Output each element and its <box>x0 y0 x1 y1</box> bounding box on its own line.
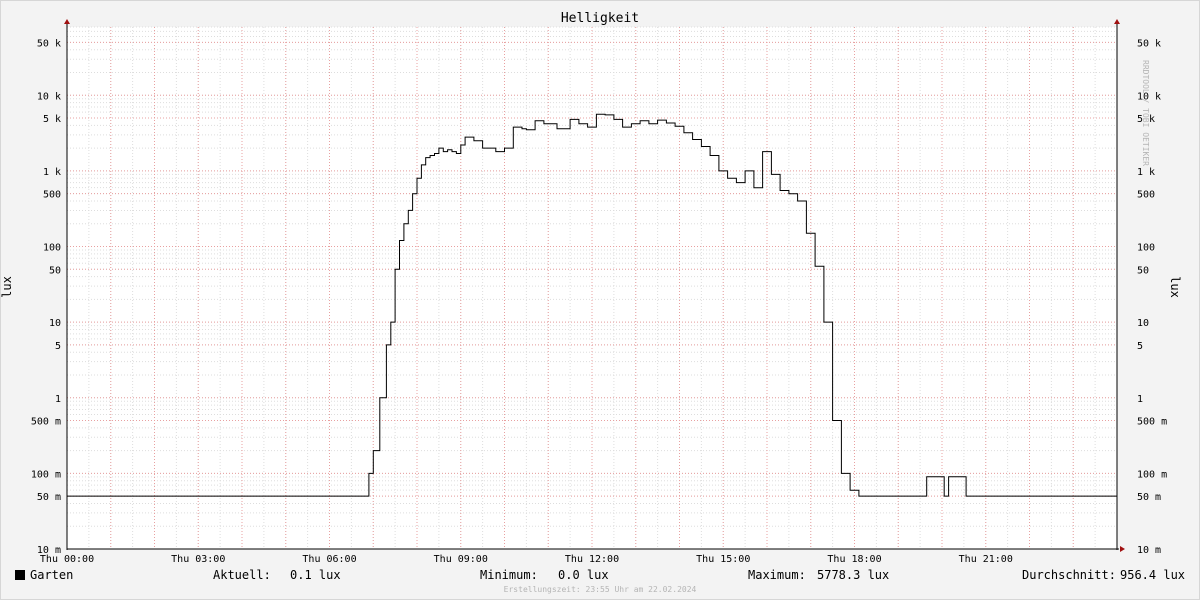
legend-series-name: Garten <box>30 568 74 582</box>
x-tick-label: Thu 12:00 <box>565 554 619 565</box>
y-tick-label-right: 5 k <box>1137 114 1155 125</box>
x-tick-label: Thu 00:00 <box>40 554 94 565</box>
legend-current-value: 0.1 lux <box>290 568 341 582</box>
y-tick-label-right: 10 k <box>1137 91 1161 102</box>
x-tick-label: Thu 18:00 <box>827 554 881 565</box>
plot-area: 10 m 10 m50 m 50 m100 m 100 m500 m 500 m1 15 5… <box>31 19 1167 565</box>
y-tick-label-right: 5 <box>1137 341 1143 352</box>
legend-current-label: Aktuell: <box>213 568 271 582</box>
legend-swatch <box>15 570 25 580</box>
legend-max-value: 5778.3 lux <box>817 568 890 582</box>
creation-time-footer: Erstellungszeit: 23:55 Uhr am 22.02.2024 <box>503 585 697 594</box>
legend-max-label: Maximum: <box>748 568 806 582</box>
y-axis-arrow-left <box>64 19 70 24</box>
x-tick-label: Thu 15:00 <box>696 554 750 565</box>
y-tick-label-left: 50 m <box>37 492 61 503</box>
legend-avg-value: 956.4 lux <box>1120 568 1186 582</box>
legend-min-label: Minimum: <box>480 568 538 582</box>
y-tick-label-right: 500 <box>1137 190 1155 201</box>
y-tick-label-right: 100 <box>1137 243 1155 254</box>
x-tick-label: Thu 09:00 <box>434 554 488 565</box>
y-tick-label-right: 500 m <box>1137 417 1167 428</box>
y-tick-label-left: 1 <box>55 394 61 405</box>
y-axis-arrow-right <box>1114 19 1120 24</box>
x-tick-label: Thu 21:00 <box>959 554 1013 565</box>
y-tick-label-left: 100 <box>43 243 61 254</box>
y-tick-label-left: 500 <box>43 190 61 201</box>
y-tick-label-left: 5 <box>55 341 61 352</box>
y-tick-label-right: 100 m <box>1137 469 1167 480</box>
y-tick-label-right: 50 k <box>1137 38 1161 49</box>
y-tick-label-right: 50 m <box>1137 492 1161 503</box>
x-axis-arrow <box>1120 546 1125 552</box>
x-tick-label: Thu 06:00 <box>302 554 356 565</box>
y-tick-label-right: 50 <box>1137 265 1149 276</box>
x-tick-label: Thu 03:00 <box>171 554 225 565</box>
y-tick-label-left: 1 k <box>43 167 61 178</box>
y-tick-label-left: 500 m <box>31 417 61 428</box>
y-tick-label-right: 1 <box>1137 394 1143 405</box>
y-tick-label-left: 50 k <box>37 38 61 49</box>
legend-min-value: 0.0 lux <box>558 568 609 582</box>
y-tick-label-left: 10 <box>49 318 61 329</box>
y-tick-label-left: 5 k <box>43 114 61 125</box>
y-tick-label-right: 10 <box>1137 318 1149 329</box>
y-tick-label-right: 1 k <box>1137 167 1155 178</box>
y-tick-label-left: 50 <box>49 265 61 276</box>
y-tick-label-right: 10 m <box>1137 545 1161 556</box>
y-tick-label-left: 100 m <box>31 469 61 480</box>
legend-avg-label: Durchschnitt: <box>1022 568 1116 582</box>
y-tick-label-left: 10 k <box>37 91 61 102</box>
